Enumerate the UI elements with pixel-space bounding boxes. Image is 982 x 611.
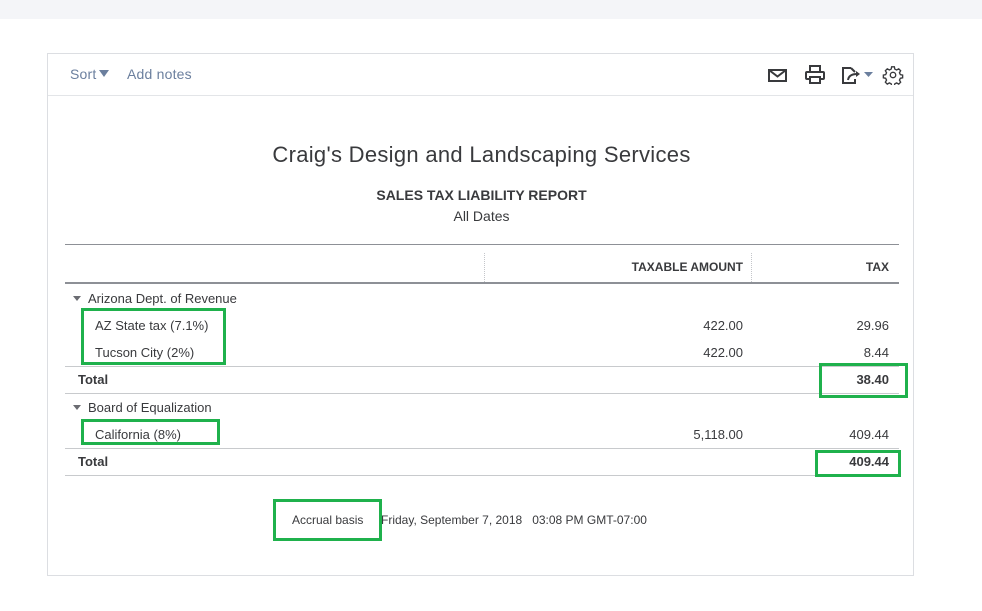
report-date-range: All Dates: [453, 208, 510, 224]
total-label: Total: [78, 372, 109, 387]
sort-label: Sort: [70, 66, 97, 82]
email-icon[interactable]: [767, 65, 789, 85]
top-band: [0, 0, 982, 19]
taxable-amount-cell[interactable]: 5,118.00: [623, 427, 743, 442]
caret-down-icon: [99, 70, 110, 77]
tax-cell[interactable]: 8.44: [769, 345, 889, 360]
column-divider: [484, 253, 485, 282]
collapse-caret-icon[interactable]: [73, 296, 81, 301]
report-timestamp: Friday, September 7, 2018 03:08 PM GMT-0…: [381, 513, 647, 527]
row-label[interactable]: Tucson City (2%): [95, 345, 194, 360]
collapse-caret-icon[interactable]: [73, 405, 81, 410]
total-row: Total 409.44: [65, 448, 899, 476]
column-header-tax[interactable]: TAX: [789, 260, 889, 274]
group-header-row: Board of Equalization: [65, 394, 899, 421]
row-label[interactable]: AZ State tax (7.1%): [95, 318, 208, 333]
settings-icon[interactable]: [882, 65, 904, 85]
taxable-amount-cell[interactable]: 422.00: [623, 318, 743, 333]
total-label: Total: [78, 454, 109, 469]
report-title: SALES TAX LIABILITY REPORT: [376, 187, 587, 203]
group-label[interactable]: Board of Equalization: [73, 400, 212, 415]
group-name: Board of Equalization: [88, 400, 212, 415]
table-header: TAXABLE AMOUNT TAX: [65, 244, 899, 284]
group-header-row: Arizona Dept. of Revenue: [65, 285, 899, 312]
export-icon[interactable]: [840, 65, 876, 85]
total-tax-cell[interactable]: 38.40: [769, 372, 889, 387]
total-row: Total 38.40: [65, 366, 899, 394]
column-divider: [751, 253, 752, 282]
add-notes-button[interactable]: Add notes: [127, 66, 192, 82]
report-card: Sort Add notes Craig's Design and Landsc…: [47, 53, 914, 576]
group-name: Arizona Dept. of Revenue: [88, 291, 237, 306]
tax-cell[interactable]: 29.96: [769, 318, 889, 333]
row-label[interactable]: California (8%): [95, 427, 181, 442]
table-row: Tucson City (2%) 422.00 8.44: [65, 339, 899, 366]
company-name: Craig's Design and Landscaping Services: [272, 142, 691, 167]
column-header-taxable-amount[interactable]: TAXABLE AMOUNT: [543, 260, 743, 274]
tax-cell[interactable]: 409.44: [769, 427, 889, 442]
group-label[interactable]: Arizona Dept. of Revenue: [73, 291, 237, 306]
print-icon[interactable]: [804, 65, 826, 85]
sort-button[interactable]: Sort: [70, 66, 110, 82]
accounting-basis: Accrual basis: [292, 513, 364, 527]
table-row: AZ State tax (7.1%) 422.00 29.96: [65, 312, 899, 339]
total-tax-cell[interactable]: 409.44: [769, 454, 889, 469]
report-toolbar: Sort Add notes: [48, 54, 913, 96]
taxable-amount-cell[interactable]: 422.00: [623, 345, 743, 360]
table-row: California (8%) 5,118.00 409.44: [65, 421, 899, 448]
